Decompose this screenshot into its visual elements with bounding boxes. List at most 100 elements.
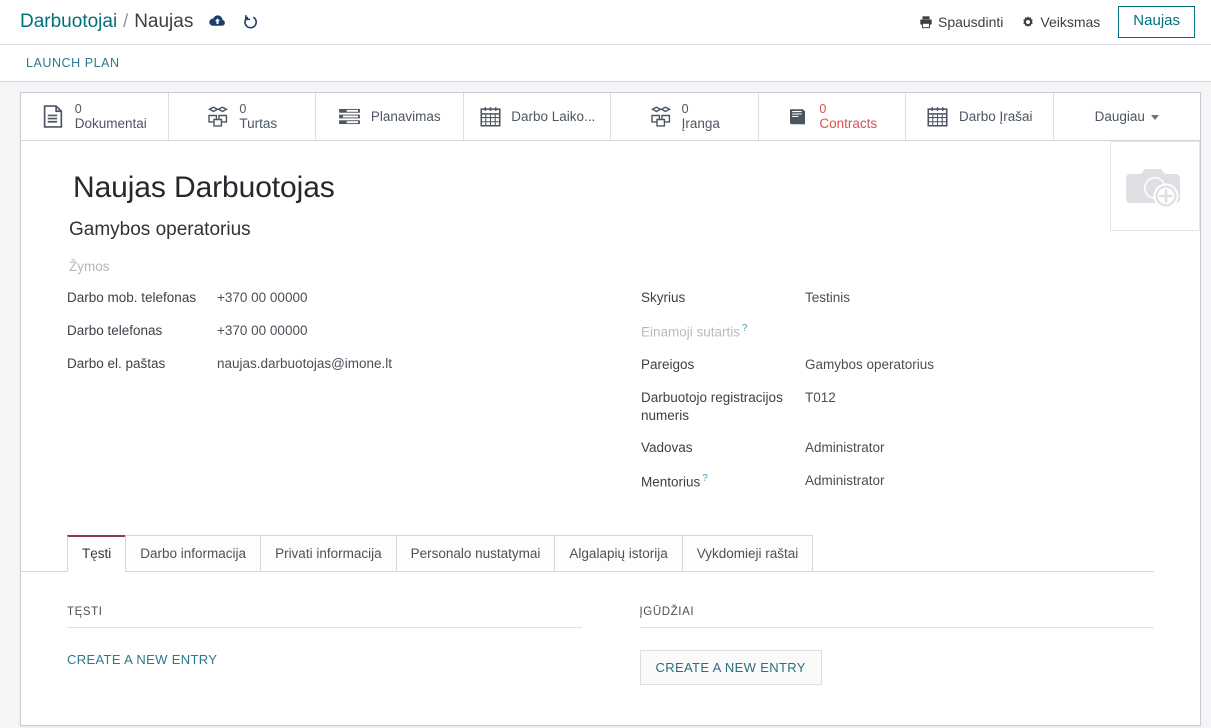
stat-button-turtas[interactable]: 0 Turtas — [168, 93, 316, 140]
breadcrumb-root-link[interactable]: Darbuotojai — [20, 11, 117, 33]
field-pareigos: Pareigos Gamybos operatorius — [641, 355, 1154, 375]
field-value[interactable]: Testinis — [805, 288, 850, 307]
section-testi: TĘSTI CREATE A NEW ENTRY — [67, 606, 582, 685]
field-darbo-telefonas: Darbo telefonas +370 00 00000 — [67, 321, 629, 341]
section-title-igudziai: ĮGŪDŽIAI — [639, 606, 1154, 629]
stat-count: 0 — [74, 101, 82, 116]
action-menu-button[interactable]: Veiksmas — [1021, 14, 1100, 30]
field-darbo-mob-telefonas: Darbo mob. telefonas +370 00 00000 — [67, 288, 629, 308]
stat-label: Įranga — [681, 115, 720, 131]
field-label: Skyrius — [641, 290, 686, 305]
avatar[interactable] — [1110, 141, 1200, 231]
stat-button-bar: 0 Dokumentai 0 Turtas Planavimas Darbo L… — [21, 93, 1200, 141]
stat-label: Dokumentai — [74, 115, 147, 131]
tab-personalo-nustatymai[interactable]: Personalo nustatymai — [395, 534, 556, 573]
help-icon[interactable]: ? — [702, 473, 708, 484]
cloud-upload-icon[interactable] — [209, 14, 226, 29]
field-label: Einamoji sutartis? — [641, 321, 805, 342]
create-new-entry-button[interactable]: CREATE A NEW ENTRY — [639, 650, 822, 686]
planning-icon — [338, 105, 362, 129]
chevron-down-icon — [1150, 115, 1159, 120]
stat-button-contracts[interactable]: 0 Contracts — [758, 93, 906, 140]
field-value[interactable]: T012 — [805, 388, 836, 407]
breadcrumb-current: Naujas — [134, 11, 194, 32]
stat-label: Turtas — [239, 115, 278, 131]
field-label-text: Mentorius — [641, 474, 701, 490]
stat-count: 0 — [239, 101, 247, 116]
tab-darbo-informacija[interactable]: Darbo informacija — [125, 534, 262, 573]
field-darbo-el-pastas: Darbo el. paštas naujas.darbuotojas@imon… — [67, 354, 629, 374]
field-mentorius: Mentorius? Administrator — [641, 471, 1154, 492]
tab-vykdomieji-rastai[interactable]: Vykdomieji raštai — [681, 534, 814, 573]
stat-text: 0 Contracts — [819, 102, 877, 131]
stat-count: 0 — [819, 101, 827, 116]
print-label: Spausdinti — [937, 14, 1004, 30]
stat-button-more[interactable]: Daugiau — [1053, 93, 1200, 140]
stat-label: Planavimas — [370, 108, 441, 124]
field-label: Darbo el. paštas — [67, 356, 166, 371]
tab-testi[interactable]: Tęsti — [67, 534, 127, 573]
breadcrumb-separator: / — [123, 11, 129, 31]
field-value[interactable]: Administrator — [805, 438, 885, 457]
form-column-right: Skyrius Testinis Einamoji sutartis? Pare… — [639, 288, 1154, 505]
field-label: Vadovas — [641, 440, 693, 456]
new-record-button[interactable]: Naujas — [1118, 6, 1195, 38]
field-label: Mentorius? — [641, 471, 805, 492]
form-columns: Darbo mob. telefonas +370 00 00000 Darbo… — [67, 288, 1154, 505]
stat-button-dokumentai[interactable]: 0 Dokumentai — [21, 93, 169, 140]
stat-text: 0 Turtas — [239, 102, 277, 131]
tab-privati-informacija[interactable]: Privati informacija — [260, 534, 397, 573]
field-value[interactable]: +370 00 00000 — [217, 321, 307, 340]
camera-add-icon — [1126, 169, 1180, 209]
calendar-icon — [926, 105, 950, 129]
field-value[interactable]: naujas.darbuotojas@imone.lt — [217, 354, 392, 373]
field-value[interactable]: Gamybos operatorius — [805, 355, 934, 374]
sheet-area: 0 Dokumentai 0 Turtas Planavimas Darbo L… — [0, 82, 1211, 727]
stat-button-darbo-laiko[interactable]: Darbo Laiko... — [463, 93, 611, 140]
notebook-page-testi: TĘSTI CREATE A NEW ENTRY ĮGŪDŽIAI CREATE… — [21, 572, 1200, 725]
calendar-icon — [478, 105, 502, 129]
field-vadovas: Vadovas Administrator — [641, 438, 1154, 458]
subnav-item-launch-plan[interactable]: LAUNCH PLAN — [26, 56, 120, 70]
stat-text: Planavimas — [371, 109, 441, 124]
field-registracijos-numeris: Darbuotojo registracijos numeris T012 — [641, 388, 1154, 425]
control-panel-right: Spausdinti Veiksmas Naujas — [919, 6, 1195, 38]
stat-label: Darbo Įrašai — [958, 108, 1033, 124]
field-label: Darbo mob. telefonas — [67, 290, 197, 305]
breadcrumb: Darbuotojai / Naujas — [20, 11, 193, 33]
tab-algalapiu-istorija[interactable]: Algalapių istorija — [554, 534, 683, 573]
stat-button-planavimas[interactable]: Planavimas — [316, 93, 464, 140]
field-label: Darbo telefonas — [67, 323, 163, 338]
record-sheet: 0 Dokumentai 0 Turtas Planavimas Darbo L… — [20, 92, 1201, 727]
stat-button-darbo-irasai[interactable]: Darbo Įrašai — [906, 93, 1054, 140]
stat-text: 0 Dokumentai — [75, 102, 147, 131]
boxes-icon — [206, 105, 230, 129]
gear-icon — [1023, 16, 1034, 28]
stat-button-iranga[interactable]: 0 Įranga — [611, 93, 759, 140]
action-label: Veiksmas — [1040, 14, 1101, 30]
record-actions — [209, 14, 259, 30]
field-skyrius: Skyrius Testinis — [641, 288, 1154, 308]
document-icon — [42, 105, 66, 129]
help-icon[interactable]: ? — [742, 323, 748, 334]
stat-text: Darbo Įrašai — [959, 109, 1033, 124]
field-einamoji-sutartis: Einamoji sutartis? — [641, 321, 1154, 342]
notebook-tabs: Tęsti Darbo informacija Privati informac… — [67, 534, 1154, 573]
tags-input[interactable]: Žymos — [69, 259, 1154, 274]
field-value[interactable]: +370 00 00000 — [217, 288, 307, 307]
print-button[interactable]: Spausdinti — [919, 14, 1003, 30]
boxes-icon — [649, 105, 673, 129]
field-value[interactable]: Administrator — [805, 471, 885, 490]
stat-count: 0 — [681, 101, 689, 116]
undo-icon[interactable] — [242, 14, 259, 30]
sub-nav-bar: LAUNCH PLAN — [0, 45, 1211, 82]
notebook: Tęsti Darbo informacija Privati informac… — [21, 534, 1154, 573]
stat-label: Darbo Laiko... — [511, 108, 596, 124]
field-label-text: Einamoji sutartis — [641, 324, 741, 340]
page-title: Naujas Darbuotojas — [73, 171, 335, 204]
form-column-left: Darbo mob. telefonas +370 00 00000 Darbo… — [67, 288, 639, 505]
more-label: Daugiau — [1094, 109, 1145, 124]
printer-icon — [920, 16, 932, 29]
field-label: Pareigos — [641, 356, 695, 372]
create-new-entry-link[interactable]: CREATE A NEW ENTRY — [67, 650, 217, 669]
